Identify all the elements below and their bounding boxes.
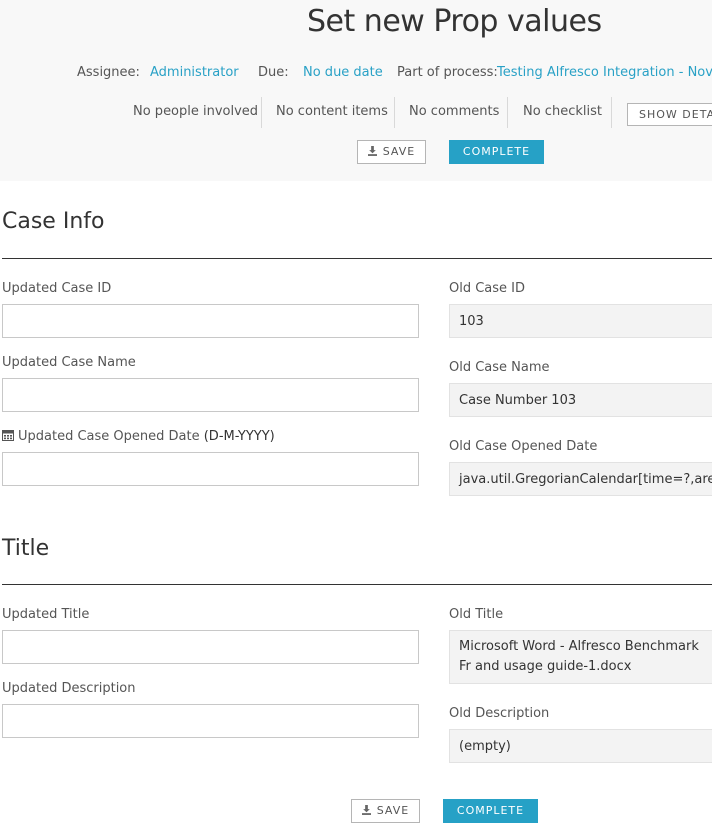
download-icon bbox=[361, 805, 371, 815]
save-label: SAVE bbox=[382, 145, 416, 158]
section-divider bbox=[2, 584, 712, 585]
checklist-status[interactable]: No checklist bbox=[523, 104, 602, 119]
footer-save-button[interactable]: SAVE bbox=[351, 799, 420, 823]
assignee-label: Assignee: bbox=[77, 65, 140, 80]
complete-button[interactable]: COMPLETE bbox=[449, 140, 544, 164]
updated-case-name-input[interactable] bbox=[2, 378, 419, 412]
date-format-hint: (D-M-YYYY) bbox=[203, 429, 275, 444]
section-divider bbox=[2, 258, 712, 259]
divider bbox=[261, 97, 262, 128]
people-involved-status[interactable]: No people involved bbox=[133, 104, 258, 119]
old-case-name-label: Old Case Name bbox=[449, 360, 550, 375]
task-title: Set new Prop values bbox=[307, 4, 602, 39]
updated-title-input[interactable] bbox=[2, 630, 419, 664]
footer-save-label: SAVE bbox=[376, 804, 410, 817]
task-header: Set new Prop values Assignee: Administra… bbox=[0, 0, 712, 181]
calendar-icon bbox=[2, 430, 14, 441]
updated-case-id-label: Updated Case ID bbox=[2, 281, 112, 296]
old-case-id-value: 103 bbox=[449, 304, 712, 338]
comments-status[interactable]: No comments bbox=[409, 104, 499, 119]
updated-case-opened-date-label: Updated Case Opened Date (D-M-YYYY) bbox=[2, 429, 275, 444]
footer-complete-button[interactable]: COMPLETE bbox=[443, 799, 538, 823]
content-items-status[interactable]: No content items bbox=[276, 104, 388, 119]
divider bbox=[507, 97, 508, 128]
divider bbox=[611, 97, 612, 128]
old-title-label: Old Title bbox=[449, 607, 504, 622]
process-label: Part of process: bbox=[397, 65, 498, 80]
due-label: Due: bbox=[258, 65, 289, 80]
old-case-name-value: Case Number 103 bbox=[449, 383, 712, 417]
old-case-opened-date-value: java.util.GregorianCalendar[time=?,areFi… bbox=[449, 462, 712, 496]
due-date-link[interactable]: No due date bbox=[303, 65, 383, 80]
download-icon bbox=[367, 146, 377, 156]
old-case-id-label: Old Case ID bbox=[449, 281, 526, 296]
save-button[interactable]: SAVE bbox=[357, 140, 426, 164]
divider bbox=[394, 97, 395, 128]
updated-case-opened-date-input[interactable] bbox=[2, 452, 419, 486]
old-title-value: Microsoft Word - Alfresco Benchmark Fr a… bbox=[449, 630, 712, 684]
show-details-label: SHOW DETA bbox=[639, 108, 712, 121]
assignee-link[interactable]: Administrator bbox=[150, 65, 239, 80]
case-info-heading: Case Info bbox=[2, 209, 105, 234]
old-description-label: Old Description bbox=[449, 706, 550, 721]
updated-description-label: Updated Description bbox=[2, 681, 136, 696]
show-details-button[interactable]: SHOW DETA bbox=[627, 103, 712, 126]
updated-case-opened-date-text: Updated Case Opened Date bbox=[18, 429, 200, 444]
title-heading: Title bbox=[2, 536, 50, 561]
updated-case-id-input[interactable] bbox=[2, 304, 419, 338]
old-case-opened-date-label: Old Case Opened Date bbox=[449, 439, 598, 454]
updated-description-input[interactable] bbox=[2, 704, 419, 738]
footer-complete-label: COMPLETE bbox=[456, 804, 525, 817]
updated-title-label: Updated Title bbox=[2, 607, 90, 622]
complete-label: COMPLETE bbox=[462, 145, 531, 158]
old-description-value: (empty) bbox=[449, 729, 712, 763]
process-link[interactable]: Testing Alfresco Integration - Nove bbox=[497, 65, 712, 80]
updated-case-name-label: Updated Case Name bbox=[2, 355, 136, 370]
